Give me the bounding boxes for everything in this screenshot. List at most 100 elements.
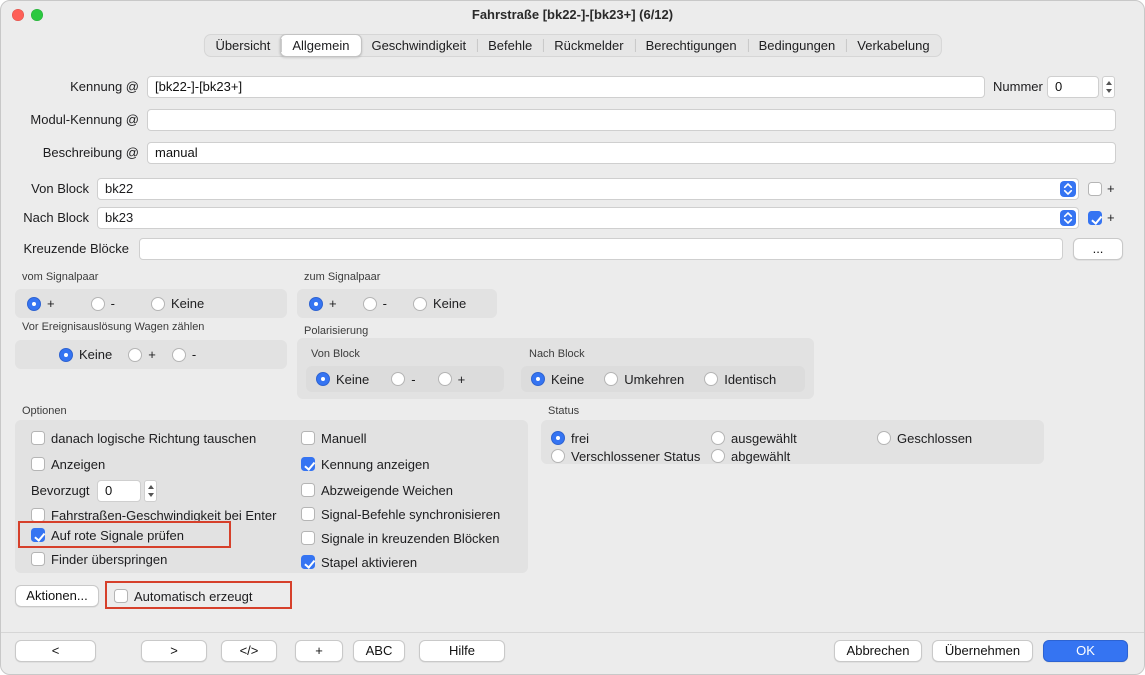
radio-label: ausgewählt xyxy=(731,431,797,446)
wagen-zaehlen-label: Vor Ereignisauslösung Wagen zählen xyxy=(22,321,204,333)
automatisch-erzeugt-checkbox[interactable]: Automatisch erzeugt xyxy=(114,587,253,605)
polarisierung-von-radio-keine[interactable]: Keine xyxy=(316,372,369,387)
next-button[interactable]: > xyxy=(141,640,207,662)
tab-rueckmelder[interactable]: Rückmelder xyxy=(543,35,634,56)
polarisierung-label: Polarisierung xyxy=(304,325,368,337)
radio-icon xyxy=(711,431,725,445)
radio-icon xyxy=(309,297,323,311)
radio-label: Keine xyxy=(79,347,112,362)
checkbox-icon xyxy=(301,531,315,545)
modul-kennung-input[interactable] xyxy=(147,109,1116,131)
status-radio-verschlossener-status[interactable]: Verschlossener Status xyxy=(551,447,700,465)
von-block-plus-label: + xyxy=(1107,178,1121,200)
opt-anzeigen[interactable]: Anzeigen xyxy=(31,455,105,473)
status-radio-ausgewaehlt[interactable]: ausgewählt xyxy=(711,429,797,447)
opt-signal-befehle-synchronisieren[interactable]: Signal-Befehle synchronisieren xyxy=(301,505,500,523)
polarisierung-von-radio-plus[interactable]: + xyxy=(438,372,466,387)
wagen-radio-plus[interactable]: + xyxy=(128,347,156,362)
opt-stapel-aktivieren[interactable]: Stapel aktivieren xyxy=(301,553,417,571)
checkbox-label: Signal-Befehle synchronisieren xyxy=(321,507,500,522)
status-radio-abgewaehlt[interactable]: abgewählt xyxy=(711,447,790,465)
radio-icon xyxy=(151,297,165,311)
bevorzugt-input[interactable]: 0 xyxy=(97,480,141,502)
fullscreen-window-button[interactable] xyxy=(31,9,43,21)
wagen-radio-minus[interactable]: - xyxy=(172,347,196,362)
kreuzende-bloecke-label: Kreuzende Blöcke xyxy=(1,238,129,260)
footer-divider xyxy=(1,632,1144,633)
prev-button[interactable]: < xyxy=(15,640,96,662)
hilfe-button[interactable]: Hilfe xyxy=(419,640,505,662)
von-block-plus-checkbox[interactable] xyxy=(1088,182,1102,196)
zum-signalpaar-group: + - Keine xyxy=(297,289,497,318)
status-group: frei ausgewählt Geschlossen Verschlossen… xyxy=(541,420,1044,464)
checkbox-icon xyxy=(31,528,45,542)
opt-signale-in-kreuzenden-bloecken[interactable]: Signale in kreuzenden Blöcken xyxy=(301,529,500,547)
tab-uebersicht[interactable]: Übersicht xyxy=(204,35,281,56)
checkbox-icon xyxy=(31,431,45,445)
von-block-combo[interactable]: bk22 xyxy=(97,178,1079,200)
wagen-radio-keine[interactable]: Keine xyxy=(59,347,112,362)
kreuzende-bloecke-input[interactable] xyxy=(139,238,1063,260)
radio-label: - xyxy=(383,296,387,311)
kreuzende-bloecke-browse-button[interactable]: ... xyxy=(1073,238,1123,260)
nummer-input[interactable]: 0 xyxy=(1047,76,1099,98)
von-block-label: Von Block xyxy=(1,178,89,200)
opt-geschwindigkeit-bei-enter[interactable]: Fahrstraßen-Geschwindigkeit bei Enter xyxy=(31,506,276,524)
aktionen-button[interactable]: Aktionen... xyxy=(15,585,99,607)
zum-signalpaar-radio-minus[interactable]: - xyxy=(363,296,387,311)
radio-icon xyxy=(27,297,41,311)
checkbox-label: Kennung anzeigen xyxy=(321,457,429,472)
opt-auf-rote-signale-pruefen[interactable]: Auf rote Signale prüfen xyxy=(31,526,184,544)
status-radio-geschlossen[interactable]: Geschlossen xyxy=(877,429,972,447)
vom-signalpaar-radio-keine[interactable]: Keine xyxy=(151,296,204,311)
polarisierung-nach-radio-umkehren[interactable]: Umkehren xyxy=(604,372,684,387)
optionen-label: Optionen xyxy=(22,405,67,417)
checkbox-icon xyxy=(301,507,315,521)
tab-geschwindigkeit[interactable]: Geschwindigkeit xyxy=(360,35,477,56)
tab-bedingungen[interactable]: Bedingungen xyxy=(748,35,847,56)
radio-label: Keine xyxy=(433,296,466,311)
dropdown-chevron-icon[interactable] xyxy=(1060,181,1076,197)
abc-button[interactable]: ABC xyxy=(353,640,405,662)
tab-berechtigungen[interactable]: Berechtigungen xyxy=(635,35,748,56)
kennung-input[interactable]: [bk22-]-[bk23+] xyxy=(147,76,985,98)
opt-manuell[interactable]: Manuell xyxy=(301,429,367,447)
polarisierung-von-radio-minus[interactable]: - xyxy=(391,372,415,387)
opt-richtung-tauschen[interactable]: danach logische Richtung tauschen xyxy=(31,429,256,447)
checkbox-icon xyxy=(31,457,45,471)
checkbox-label: danach logische Richtung tauschen xyxy=(51,431,256,446)
abbrechen-button[interactable]: Abbrechen xyxy=(834,640,922,662)
nummer-stepper[interactable] xyxy=(1102,76,1115,98)
checkbox-label: Auf rote Signale prüfen xyxy=(51,528,184,543)
nach-block-combo[interactable]: bk23 xyxy=(97,207,1079,229)
polarisierung-nach-block-group: Keine Umkehren Identisch xyxy=(521,366,805,392)
close-window-button[interactable] xyxy=(12,9,24,21)
uebernehmen-button[interactable]: Übernehmen xyxy=(932,640,1033,662)
optionen-group: danach logische Richtung tauschen Anzeig… xyxy=(15,420,528,573)
bevorzugt-stepper[interactable] xyxy=(144,480,157,502)
polarisierung-nach-radio-keine[interactable]: Keine xyxy=(531,372,584,387)
opt-finder-ueberspringen[interactable]: Finder überspringen xyxy=(31,550,167,568)
vom-signalpaar-radio-minus[interactable]: - xyxy=(91,296,115,311)
tab-allgemein[interactable]: Allgemein xyxy=(280,34,361,57)
radio-icon xyxy=(531,372,545,386)
beschreibung-input[interactable]: manual xyxy=(147,142,1116,164)
radio-label: + xyxy=(148,347,156,362)
add-button[interactable]: + xyxy=(295,640,343,662)
radio-icon xyxy=(363,297,377,311)
tab-befehle[interactable]: Befehle xyxy=(477,35,543,56)
nach-block-plus-checkbox[interactable] xyxy=(1088,211,1102,225)
zum-signalpaar-radio-keine[interactable]: Keine xyxy=(413,296,466,311)
opt-kennung-anzeigen[interactable]: Kennung anzeigen xyxy=(301,455,429,473)
vom-signalpaar-radio-plus[interactable]: + xyxy=(27,296,55,311)
zum-signalpaar-label: zum Signalpaar xyxy=(304,271,380,283)
ok-button[interactable]: OK xyxy=(1043,640,1128,662)
status-radio-frei[interactable]: frei xyxy=(551,429,589,447)
opt-abzweigende-weichen[interactable]: Abzweigende Weichen xyxy=(301,481,453,499)
polarisierung-von-block-label: Von Block xyxy=(311,348,360,360)
zum-signalpaar-radio-plus[interactable]: + xyxy=(309,296,337,311)
polarisierung-nach-radio-identisch[interactable]: Identisch xyxy=(704,372,776,387)
dropdown-chevron-icon[interactable] xyxy=(1060,210,1076,226)
code-button[interactable]: </> xyxy=(221,640,277,662)
tab-verkabelung[interactable]: Verkabelung xyxy=(846,35,940,56)
